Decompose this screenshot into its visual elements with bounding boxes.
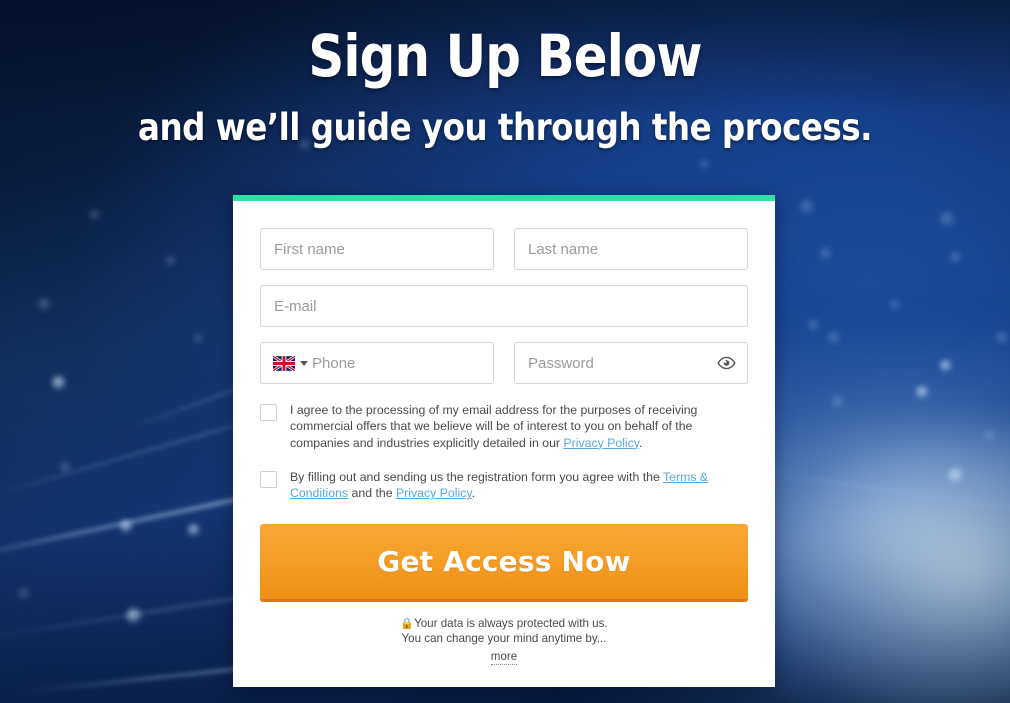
page-title: Sign Up Below [308, 22, 702, 90]
country-code-selector[interactable] [261, 355, 308, 371]
more-link[interactable]: more [490, 649, 518, 665]
first-name-field[interactable] [260, 228, 494, 270]
email-field[interactable] [260, 285, 748, 327]
consent-row-marketing: I agree to the processing of my email ad… [260, 402, 748, 451]
consent-checkbox-marketing[interactable] [260, 404, 277, 421]
uk-flag-icon [273, 355, 295, 371]
signup-form: I agree to the processing of my email ad… [233, 201, 775, 687]
policy-link[interactable]: Privacy Policy [396, 486, 472, 500]
consent-row-terms: By filling out and sending us the regist… [260, 469, 748, 502]
policy-link[interactable]: Terms & Conditions [290, 470, 708, 500]
password-input[interactable] [515, 343, 747, 383]
name-row [260, 228, 748, 270]
chevron-down-icon [300, 360, 308, 366]
last-name-input[interactable] [515, 229, 747, 269]
first-name-input[interactable] [261, 229, 493, 269]
consent-checkbox-terms[interactable] [260, 471, 277, 489]
eye-icon[interactable] [717, 356, 736, 370]
phone-password-row [260, 342, 748, 384]
consent-text-terms: By filling out and sending us the regist… [290, 470, 709, 501]
email-row [260, 285, 748, 327]
phone-input[interactable] [308, 343, 493, 383]
policy-link[interactable]: Privacy Policy [563, 436, 639, 450]
email-input[interactable] [261, 286, 747, 326]
signup-form-card: I agree to the processing of my email ad… [233, 195, 775, 687]
footer-line-1: 🔒Your data is always protected with us. [260, 616, 748, 632]
get-access-now-button[interactable]: Get Access Now [260, 523, 748, 602]
page-subtitle: and we’ll guide you through the process. [138, 106, 872, 150]
password-field[interactable] [514, 342, 748, 384]
lock-icon: 🔒 [400, 617, 415, 630]
footer-protected-text: Your data is always protected with us. [414, 616, 608, 630]
hero-heading-block: Sign Up Below and we’ll guide you throug… [0, 0, 1010, 148]
consent-text-marketing: I agree to the processing of my email ad… [290, 403, 698, 450]
last-name-field[interactable] [514, 228, 748, 270]
phone-field[interactable] [260, 342, 494, 384]
form-footer: 🔒Your data is always protected with us. … [260, 616, 748, 665]
footer-line-2: You can change your mind anytime by... [401, 632, 607, 646]
